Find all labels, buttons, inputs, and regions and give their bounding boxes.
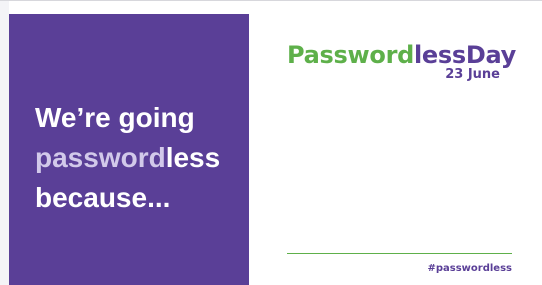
logo-date: 23 June <box>445 67 500 82</box>
passwordless-day-card: We’re going passwordless because... Passwo… <box>0 0 542 285</box>
logo-wordmark: PasswordlessDay <box>287 41 516 69</box>
passwordless-day-logo: PasswordlessDay 23 June <box>287 41 517 89</box>
left-edge-strip <box>0 1 9 285</box>
headline: We’re going passwordless because... <box>35 98 220 218</box>
purple-panel: We’re going passwordless because... <box>9 14 249 285</box>
headline-line-3: because... <box>35 182 171 213</box>
headline-word-less: less <box>165 142 221 173</box>
headline-word-password: password <box>35 142 166 173</box>
logo-part-lessday: lessDay <box>414 41 516 69</box>
logo-part-password: Password <box>287 41 414 69</box>
green-divider <box>287 253 512 254</box>
hashtag-label: #passwordless <box>427 263 512 274</box>
headline-line-1: We’re going <box>35 102 195 133</box>
